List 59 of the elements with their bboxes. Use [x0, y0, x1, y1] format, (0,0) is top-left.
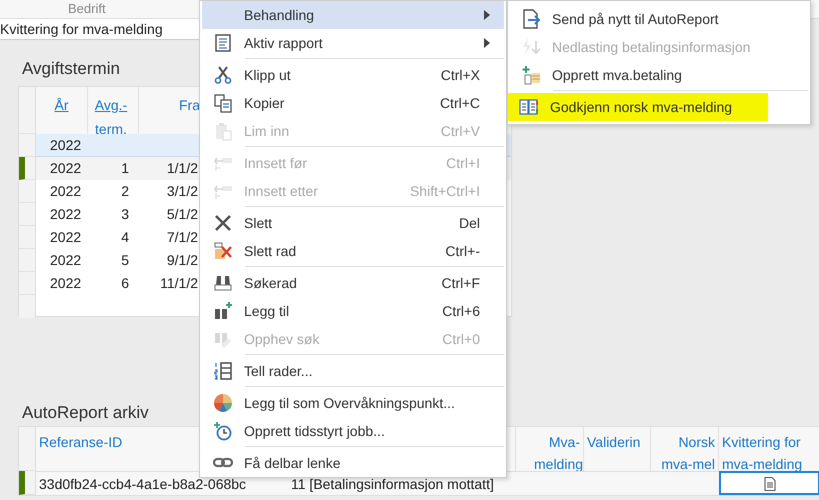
column-header[interactable]: Kvittering for mva-melding: [722, 431, 816, 475]
menu-item[interactable]: Behandling: [202, 1, 504, 29]
clock-plus-icon: [213, 421, 233, 441]
table-cell[interactable]: [719, 471, 819, 495]
table-cell-text: 9/1/2: [166, 251, 199, 270]
table-cell: 1: [88, 157, 139, 180]
column-header[interactable]: År: [36, 87, 88, 134]
column-header[interactable]: Fra: [139, 87, 201, 134]
column-header: Bedrift: [68, 0, 106, 17]
delete-icon: [213, 213, 233, 233]
table-cell-text: 2022: [49, 182, 82, 201]
menu-item[interactable]: Slett Del: [202, 209, 504, 237]
scissors-icon: [213, 65, 233, 85]
menu-item[interactable]: Klipp ut Ctrl+X: [202, 61, 504, 89]
table-cell: 2022: [36, 134, 88, 157]
delete-row-icon: [213, 241, 233, 261]
section-title: Avgiftstermin: [22, 58, 120, 80]
table-cell-text: 2022: [49, 205, 82, 224]
binoculars-icon: [213, 273, 233, 293]
submenu-arrow-icon: [484, 38, 490, 48]
add-table-icon: [521, 65, 541, 85]
column-header[interactable]: Norsk mva-mel: [661, 431, 715, 475]
table-cell-text: 7/1/2: [166, 228, 199, 247]
menu-item[interactable]: Send på nytt til AutoReport: [510, 5, 808, 33]
menu-item[interactable]: Legg til Ctrl+6: [202, 297, 504, 325]
report-icon: [213, 33, 233, 53]
table-cell: 1/1/2: [139, 157, 201, 180]
submenu-arrow-icon: [484, 10, 490, 20]
table-cell-text: 2022: [49, 274, 82, 293]
table-cell-text: 11/1/2: [159, 274, 199, 293]
table-cell-text: 3/1/2: [166, 182, 199, 201]
table-cell-text: 2: [120, 182, 130, 201]
field-value: Kvittering for mva-melding: [0, 21, 163, 37]
lightning-download-icon: [521, 37, 541, 57]
numbered-list-icon: [213, 361, 233, 381]
book-grid-icon: [519, 97, 539, 117]
document-arrow-icon: [521, 9, 541, 29]
copy-icon: [213, 93, 233, 113]
table-cell: [139, 134, 201, 157]
menu-item[interactable]: Kopier Ctrl+C: [202, 89, 504, 117]
table-cell-text: 6: [120, 274, 130, 293]
table-cell-text: 5/1/2: [166, 205, 199, 224]
pie-icon: [213, 393, 233, 413]
table-cell-text: 5: [120, 251, 130, 270]
binoculars-plus-icon: [213, 301, 233, 321]
table-cell-text: 2022: [49, 228, 82, 247]
menu-item[interactable]: Søkerad Ctrl+F: [202, 269, 504, 297]
paste-icon: [213, 121, 233, 141]
table-cell-text: 4: [120, 228, 130, 247]
document-icon: [764, 477, 776, 491]
column-header[interactable]: Mva-melding: [534, 431, 580, 475]
menu-item[interactable]: Godkjenn norsk mva-melding: [508, 93, 768, 121]
table-cell-text: 2022: [49, 251, 82, 270]
table-cell-text: 3: [120, 205, 130, 224]
menu-item[interactable]: Legg til som Overvåkningspunkt...: [202, 389, 504, 417]
column-header[interactable]: Validerin: [587, 431, 647, 453]
table-cell: 2022: [36, 157, 88, 180]
section-title: AutoReport arkiv: [22, 402, 149, 424]
column-header[interactable]: Avg.-term.: [88, 87, 139, 134]
